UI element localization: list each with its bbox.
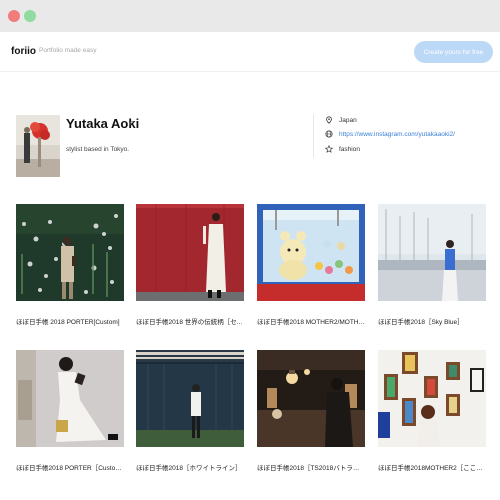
work-title[interactable]: ほぼ日手帳2018MOTHER2［ここは... [378,462,486,472]
work-thumbnail[interactable] [378,350,486,447]
site-header: foriio Portfolio made easy Create yours … [0,32,500,72]
location-text: Japan [339,116,357,124]
work-thumbnail[interactable] [16,204,124,301]
profile-bio: stylist based in Tokyo. [66,146,130,153]
work-thumbnail[interactable] [16,350,124,447]
window-chrome [0,0,500,32]
work-title[interactable]: ほぼ日手帳2018［Sky Blue］ [378,316,486,326]
work-thumbnail[interactable] [136,204,244,301]
work-title[interactable]: ほぼ日手帳2018 MOTHER2/MOTHE... [257,316,365,326]
work-card[interactable]: ほぼ日手帳2018［TS2018バトラー］ [257,350,365,472]
tag-text: fashion [339,145,360,153]
brand-logo[interactable]: foriio [11,46,36,57]
create-portfolio-button[interactable]: Create yours for free [414,41,493,63]
work-card[interactable]: ほぼ日手帳2018［ホワイトライン］ [136,350,244,472]
profile-tag: fashion [325,145,360,153]
profile-location: Japan [325,116,357,124]
work-card[interactable]: ほぼ日手帳2018 MOTHER2/MOTHE... [257,204,365,326]
brand-tagline: Portfolio made easy [39,47,97,54]
work-thumbnail[interactable] [257,204,365,301]
work-title[interactable]: ほぼ日手帳2018［ホワイトライン］ [136,462,244,472]
work-card[interactable]: ほぼ日手帳2018 世界の伝統柄［セ... [136,204,244,326]
work-thumbnail[interactable] [136,350,244,447]
work-title[interactable]: ほぼ日手帳2018［TS2018バトラー］ [257,462,365,472]
share-icon[interactable]: ⇗ [128,119,134,127]
work-card[interactable]: ほぼ日手帳2018 PORTER［Custom］ [16,350,124,472]
maximize-window-button[interactable] [24,10,36,22]
work-card[interactable]: ほぼ日手帳2018［Sky Blue］ [378,204,486,326]
star-icon [325,145,333,153]
work-thumbnail[interactable] [257,350,365,447]
work-thumbnail[interactable] [378,204,486,301]
close-window-button[interactable] [8,10,20,22]
website-link[interactable]: https://www.instagram.com/yutakaaoki2/ [339,131,455,138]
profile-divider [313,114,314,158]
avatar [16,115,60,177]
globe-icon [325,130,333,138]
work-card[interactable]: ほぼ日手帳 2018 PORTER[Custom] [16,204,124,326]
work-card[interactable]: ほぼ日手帳2018MOTHER2［ここは... [378,350,486,472]
work-title[interactable]: ほぼ日手帳2018 PORTER［Custom］ [16,462,124,472]
work-title[interactable]: ほぼ日手帳 2018 PORTER[Custom] [16,316,124,326]
work-title[interactable]: ほぼ日手帳2018 世界の伝統柄［セ... [136,316,244,326]
profile-website[interactable]: https://www.instagram.com/yutakaaoki2/ [325,130,455,138]
location-pin-icon [326,116,332,124]
